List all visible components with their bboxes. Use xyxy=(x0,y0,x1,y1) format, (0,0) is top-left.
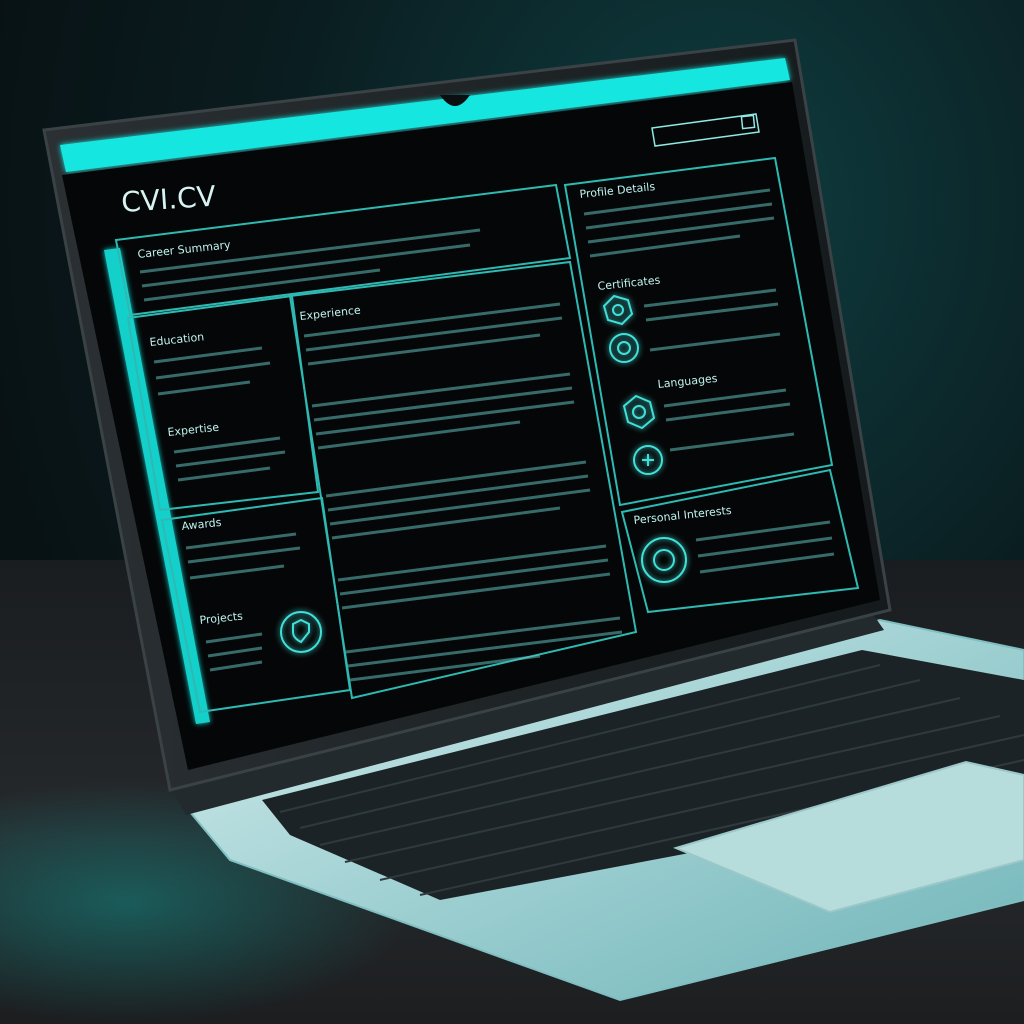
cv-logo: CVI.CV xyxy=(120,179,217,219)
laptop-scene: CVI.CV Career Summary Education Expertis… xyxy=(42,38,1024,1002)
